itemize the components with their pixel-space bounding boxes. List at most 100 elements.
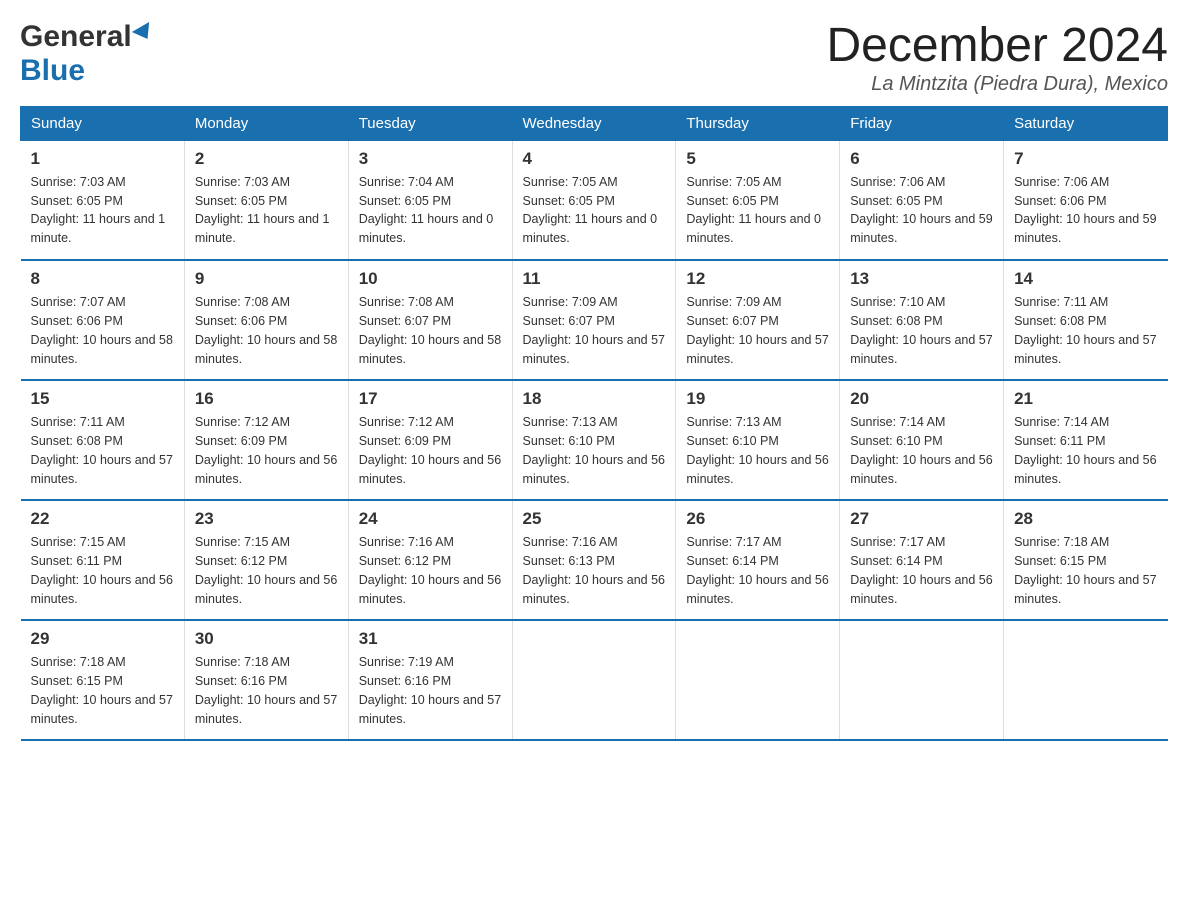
day-info: Sunrise: 7:14 AM Sunset: 6:11 PM Dayligh… — [1014, 413, 1157, 488]
day-number: 12 — [686, 269, 829, 289]
day-info: Sunrise: 7:16 AM Sunset: 6:12 PM Dayligh… — [359, 533, 502, 608]
day-number: 25 — [523, 509, 666, 529]
day-info: Sunrise: 7:15 AM Sunset: 6:12 PM Dayligh… — [195, 533, 338, 608]
day-number: 10 — [359, 269, 502, 289]
day-number: 16 — [195, 389, 338, 409]
day-info: Sunrise: 7:15 AM Sunset: 6:11 PM Dayligh… — [31, 533, 174, 608]
calendar-cell: 24 Sunrise: 7:16 AM Sunset: 6:12 PM Dayl… — [348, 500, 512, 620]
calendar-cell: 10 Sunrise: 7:08 AM Sunset: 6:07 PM Dayl… — [348, 260, 512, 380]
day-info: Sunrise: 7:06 AM Sunset: 6:05 PM Dayligh… — [850, 173, 993, 248]
day-info: Sunrise: 7:04 AM Sunset: 6:05 PM Dayligh… — [359, 173, 502, 248]
calendar-cell: 8 Sunrise: 7:07 AM Sunset: 6:06 PM Dayli… — [21, 260, 185, 380]
day-number: 2 — [195, 149, 338, 169]
day-number: 31 — [359, 629, 502, 649]
day-number: 11 — [523, 269, 666, 289]
calendar-week-row: 1 Sunrise: 7:03 AM Sunset: 6:05 PM Dayli… — [21, 140, 1168, 260]
day-number: 3 — [359, 149, 502, 169]
day-info: Sunrise: 7:13 AM Sunset: 6:10 PM Dayligh… — [686, 413, 829, 488]
day-info: Sunrise: 7:12 AM Sunset: 6:09 PM Dayligh… — [359, 413, 502, 488]
day-info: Sunrise: 7:19 AM Sunset: 6:16 PM Dayligh… — [359, 653, 502, 728]
day-number: 30 — [195, 629, 338, 649]
day-info: Sunrise: 7:18 AM Sunset: 6:16 PM Dayligh… — [195, 653, 338, 728]
calendar-week-row: 15 Sunrise: 7:11 AM Sunset: 6:08 PM Dayl… — [21, 380, 1168, 500]
day-number: 20 — [850, 389, 993, 409]
day-number: 26 — [686, 509, 829, 529]
calendar-week-row: 22 Sunrise: 7:15 AM Sunset: 6:11 PM Dayl… — [21, 500, 1168, 620]
weekday-header-monday: Monday — [184, 106, 348, 140]
calendar-cell: 16 Sunrise: 7:12 AM Sunset: 6:09 PM Dayl… — [184, 380, 348, 500]
weekday-header-row: SundayMondayTuesdayWednesdayThursdayFrid… — [21, 106, 1168, 140]
day-info: Sunrise: 7:07 AM Sunset: 6:06 PM Dayligh… — [31, 293, 174, 368]
day-number: 13 — [850, 269, 993, 289]
day-number: 4 — [523, 149, 666, 169]
calendar-cell: 29 Sunrise: 7:18 AM Sunset: 6:15 PM Dayl… — [21, 620, 185, 740]
day-info: Sunrise: 7:05 AM Sunset: 6:05 PM Dayligh… — [523, 173, 666, 248]
calendar-cell: 25 Sunrise: 7:16 AM Sunset: 6:13 PM Dayl… — [512, 500, 676, 620]
calendar-cell — [840, 620, 1004, 740]
day-number: 6 — [850, 149, 993, 169]
day-number: 17 — [359, 389, 502, 409]
calendar-cell: 13 Sunrise: 7:10 AM Sunset: 6:08 PM Dayl… — [840, 260, 1004, 380]
calendar-cell: 6 Sunrise: 7:06 AM Sunset: 6:05 PM Dayli… — [840, 140, 1004, 260]
calendar-cell: 28 Sunrise: 7:18 AM Sunset: 6:15 PM Dayl… — [1004, 500, 1168, 620]
logo-triangle-icon — [132, 22, 156, 44]
calendar-cell: 21 Sunrise: 7:14 AM Sunset: 6:11 PM Dayl… — [1004, 380, 1168, 500]
page-header: General Blue December 2024 La Mintzita (… — [20, 20, 1168, 96]
day-info: Sunrise: 7:18 AM Sunset: 6:15 PM Dayligh… — [1014, 533, 1157, 608]
day-info: Sunrise: 7:12 AM Sunset: 6:09 PM Dayligh… — [195, 413, 338, 488]
day-number: 1 — [31, 149, 174, 169]
day-number: 15 — [31, 389, 174, 409]
day-info: Sunrise: 7:03 AM Sunset: 6:05 PM Dayligh… — [195, 173, 338, 248]
day-number: 23 — [195, 509, 338, 529]
day-info: Sunrise: 7:06 AM Sunset: 6:06 PM Dayligh… — [1014, 173, 1157, 248]
day-number: 5 — [686, 149, 829, 169]
calendar-cell: 17 Sunrise: 7:12 AM Sunset: 6:09 PM Dayl… — [348, 380, 512, 500]
calendar-cell: 4 Sunrise: 7:05 AM Sunset: 6:05 PM Dayli… — [512, 140, 676, 260]
calendar-cell: 7 Sunrise: 7:06 AM Sunset: 6:06 PM Dayli… — [1004, 140, 1168, 260]
day-info: Sunrise: 7:14 AM Sunset: 6:10 PM Dayligh… — [850, 413, 993, 488]
day-info: Sunrise: 7:17 AM Sunset: 6:14 PM Dayligh… — [850, 533, 993, 608]
day-number: 9 — [195, 269, 338, 289]
day-info: Sunrise: 7:16 AM Sunset: 6:13 PM Dayligh… — [523, 533, 666, 608]
calendar-cell: 18 Sunrise: 7:13 AM Sunset: 6:10 PM Dayl… — [512, 380, 676, 500]
calendar-cell: 14 Sunrise: 7:11 AM Sunset: 6:08 PM Dayl… — [1004, 260, 1168, 380]
day-number: 22 — [31, 509, 174, 529]
calendar-cell: 9 Sunrise: 7:08 AM Sunset: 6:06 PM Dayli… — [184, 260, 348, 380]
title-block: December 2024 La Mintzita (Piedra Dura),… — [826, 20, 1168, 96]
day-info: Sunrise: 7:18 AM Sunset: 6:15 PM Dayligh… — [31, 653, 174, 728]
location-subtitle: La Mintzita (Piedra Dura), Mexico — [826, 73, 1168, 96]
calendar-cell: 2 Sunrise: 7:03 AM Sunset: 6:05 PM Dayli… — [184, 140, 348, 260]
calendar-cell: 19 Sunrise: 7:13 AM Sunset: 6:10 PM Dayl… — [676, 380, 840, 500]
logo: General Blue — [20, 20, 154, 88]
calendar-cell: 1 Sunrise: 7:03 AM Sunset: 6:05 PM Dayli… — [21, 140, 185, 260]
day-info: Sunrise: 7:05 AM Sunset: 6:05 PM Dayligh… — [686, 173, 829, 248]
weekday-header-sunday: Sunday — [21, 106, 185, 140]
logo-general-text: General — [20, 20, 132, 54]
calendar-cell: 31 Sunrise: 7:19 AM Sunset: 6:16 PM Dayl… — [348, 620, 512, 740]
calendar-cell: 23 Sunrise: 7:15 AM Sunset: 6:12 PM Dayl… — [184, 500, 348, 620]
day-number: 27 — [850, 509, 993, 529]
calendar-cell: 12 Sunrise: 7:09 AM Sunset: 6:07 PM Dayl… — [676, 260, 840, 380]
calendar-table: SundayMondayTuesdayWednesdayThursdayFrid… — [20, 106, 1168, 742]
day-info: Sunrise: 7:08 AM Sunset: 6:07 PM Dayligh… — [359, 293, 502, 368]
calendar-cell: 27 Sunrise: 7:17 AM Sunset: 6:14 PM Dayl… — [840, 500, 1004, 620]
weekday-header-saturday: Saturday — [1004, 106, 1168, 140]
calendar-cell: 3 Sunrise: 7:04 AM Sunset: 6:05 PM Dayli… — [348, 140, 512, 260]
month-year-title: December 2024 — [826, 20, 1168, 73]
day-info: Sunrise: 7:10 AM Sunset: 6:08 PM Dayligh… — [850, 293, 993, 368]
calendar-cell — [676, 620, 840, 740]
day-info: Sunrise: 7:03 AM Sunset: 6:05 PM Dayligh… — [31, 173, 174, 248]
calendar-cell: 20 Sunrise: 7:14 AM Sunset: 6:10 PM Dayl… — [840, 380, 1004, 500]
day-info: Sunrise: 7:17 AM Sunset: 6:14 PM Dayligh… — [686, 533, 829, 608]
weekday-header-friday: Friday — [840, 106, 1004, 140]
calendar-week-row: 29 Sunrise: 7:18 AM Sunset: 6:15 PM Dayl… — [21, 620, 1168, 740]
day-info: Sunrise: 7:11 AM Sunset: 6:08 PM Dayligh… — [1014, 293, 1157, 368]
calendar-cell: 11 Sunrise: 7:09 AM Sunset: 6:07 PM Dayl… — [512, 260, 676, 380]
weekday-header-thursday: Thursday — [676, 106, 840, 140]
day-number: 24 — [359, 509, 502, 529]
day-info: Sunrise: 7:08 AM Sunset: 6:06 PM Dayligh… — [195, 293, 338, 368]
day-number: 19 — [686, 389, 829, 409]
weekday-header-wednesday: Wednesday — [512, 106, 676, 140]
day-info: Sunrise: 7:13 AM Sunset: 6:10 PM Dayligh… — [523, 413, 666, 488]
day-number: 29 — [31, 629, 174, 649]
